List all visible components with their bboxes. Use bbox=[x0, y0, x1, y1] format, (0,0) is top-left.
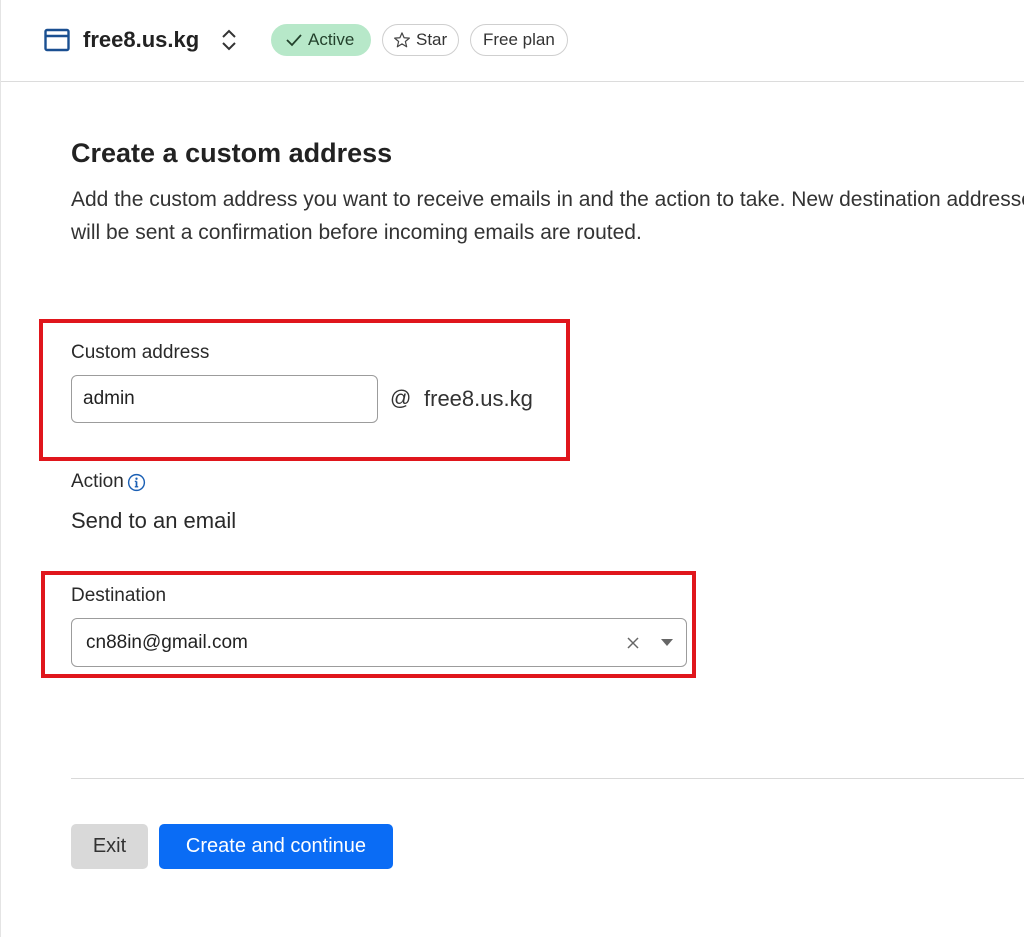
section-description: Add the custom address you want to recei… bbox=[71, 188, 1024, 244]
top-header: free8.us.kg Active Star Free plan bbox=[1, 0, 1024, 82]
action-label: Action bbox=[71, 471, 124, 492]
caret-down-icon[interactable] bbox=[659, 638, 675, 648]
plan-badge[interactable]: Free plan bbox=[470, 24, 568, 56]
close-icon[interactable] bbox=[625, 635, 641, 651]
star-icon bbox=[394, 32, 410, 48]
destination-label: Destination bbox=[71, 585, 167, 606]
destination-value: cn88in@gmail.com bbox=[86, 632, 248, 653]
create-and-continue-button[interactable]: Create and continue bbox=[159, 824, 393, 869]
page: free8.us.kg Active Star Free plan Create… bbox=[0, 0, 1024, 937]
action-value: Send to an email bbox=[71, 508, 237, 533]
at-symbol: @ bbox=[390, 387, 412, 410]
custom-address-input[interactable] bbox=[71, 375, 378, 423]
plan-label: Free plan bbox=[483, 30, 555, 49]
divider bbox=[71, 778, 1024, 779]
exit-button[interactable]: Exit bbox=[71, 824, 148, 869]
custom-address-label: Custom address bbox=[71, 342, 210, 363]
star-label: Star bbox=[416, 30, 448, 49]
status-label: Active bbox=[308, 30, 355, 49]
site-name[interactable]: free8.us.kg bbox=[83, 26, 199, 54]
destination-select[interactable]: cn88in@gmail.com bbox=[71, 618, 687, 667]
domain-suffix: free8.us.kg bbox=[424, 386, 533, 411]
chevron-up-down-icon[interactable] bbox=[218, 27, 240, 53]
info-icon[interactable] bbox=[127, 473, 146, 492]
checkmark-icon bbox=[286, 34, 302, 47]
action-label-row: Action bbox=[71, 470, 146, 494]
page-title: Create a custom address bbox=[71, 138, 393, 168]
status-badge: Active bbox=[271, 24, 371, 56]
star-button[interactable]: Star bbox=[382, 24, 459, 56]
browser-window-icon bbox=[44, 28, 70, 52]
